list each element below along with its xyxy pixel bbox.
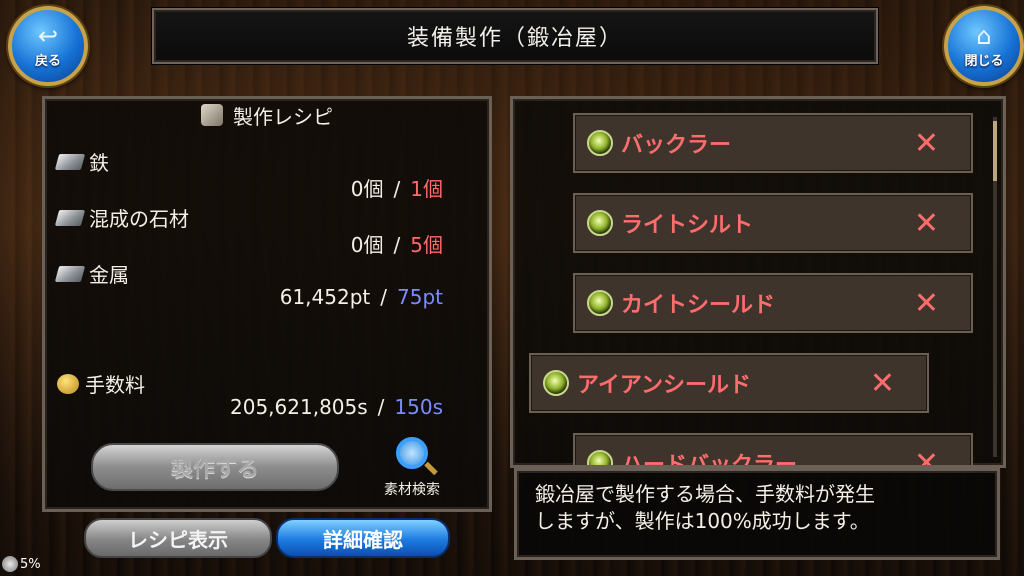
gem-icon xyxy=(587,130,613,156)
item-name: アイアンシールド xyxy=(577,373,752,398)
page-title: 装備製作（鍛冶屋） xyxy=(152,8,878,64)
ingot-icon xyxy=(54,153,86,170)
recipe-heading: 製作レシピ xyxy=(233,104,333,129)
list-item[interactable]: ライトシルト ✕ xyxy=(573,193,973,253)
gem-icon xyxy=(587,450,613,465)
magnifier-icon xyxy=(396,437,428,469)
required-count: 5個 xyxy=(410,233,443,257)
item-name: バックラー xyxy=(621,133,732,158)
close-label: 閉じる xyxy=(964,53,1004,69)
unavailable-x-icon: ✕ xyxy=(913,445,939,468)
back-button[interactable]: ↩ 戻る xyxy=(8,6,88,86)
material-row-stone: 混成の石材 0個 / 5個 xyxy=(54,203,477,257)
info-line-2: しますが、製作は100%成功します。 xyxy=(535,509,870,533)
fee-name: 手数料 xyxy=(85,373,145,397)
ingot-icon xyxy=(54,265,86,282)
info-line-1: 鍛冶屋で製作する場合、手数料が発生 xyxy=(535,482,875,506)
separator: / xyxy=(393,177,401,201)
close-button[interactable]: ⌂ 閉じる xyxy=(944,6,1024,86)
gem-icon xyxy=(587,290,613,316)
progress-text: 5% xyxy=(20,556,41,572)
owned-money: 205,621,805s xyxy=(230,395,368,419)
item-name: ライトシルト xyxy=(621,213,754,238)
owned-count: 0個 xyxy=(350,177,384,201)
unavailable-x-icon: ✕ xyxy=(913,205,939,241)
required-count: 75pt xyxy=(397,285,443,309)
material-search-label: 素材検索 xyxy=(384,482,440,498)
item-name: ハードバックラー xyxy=(621,453,798,468)
fee-count: 205,621,805s / 150s xyxy=(230,395,443,419)
unavailable-x-icon: ✕ xyxy=(869,365,895,401)
required-count: 1個 xyxy=(410,177,443,201)
owned-count: 61,452pt xyxy=(279,285,371,309)
progress-icon xyxy=(2,556,18,572)
scrollbar[interactable] xyxy=(993,117,997,457)
material-name: 鉄 xyxy=(89,151,109,175)
recipe-icon xyxy=(201,104,223,126)
separator: / xyxy=(393,233,401,257)
item-list-panel[interactable]: バックラー ✕ ライトシルト ✕ カイトシールド ✕ アイアンシールド ✕ ハー… xyxy=(510,96,1006,468)
item-name: カイトシールド xyxy=(621,293,776,318)
scroll-thumb[interactable] xyxy=(993,121,997,181)
material-search-button[interactable]: 素材検索 xyxy=(367,437,457,499)
fee-row: 手数料 205,621,805s / 150s xyxy=(57,369,477,419)
list-item[interactable]: ハードバックラー ✕ xyxy=(573,433,973,468)
material-count: 61,452pt / 75pt xyxy=(280,285,443,309)
material-count: 0個 / 1個 xyxy=(351,173,443,202)
craft-button[interactable]: 製作する xyxy=(91,443,339,491)
list-item-selected[interactable]: アイアンシールド ✕ xyxy=(529,353,929,413)
required-money: 150s xyxy=(394,395,443,419)
unavailable-x-icon: ✕ xyxy=(913,125,939,161)
material-row-metal: 金属 61,452pt / 75pt xyxy=(54,259,477,309)
material-name: 金属 xyxy=(89,263,129,287)
material-row-iron: 鉄 0個 / 1個 xyxy=(54,147,477,201)
recipe-header: 製作レシピ xyxy=(45,99,489,131)
back-arrow-icon: ↩ xyxy=(37,21,59,50)
back-label: 戻る xyxy=(34,53,61,69)
recipe-panel: 製作レシピ 鉄 0個 / 1個 混成の石材 0個 / 5個 金属 61,452pt / 75… xyxy=(42,96,492,512)
material-name: 混成の石材 xyxy=(89,207,189,231)
list-item[interactable]: カイトシールド ✕ xyxy=(573,273,973,333)
detail-check-button[interactable]: 詳細確認 xyxy=(276,518,450,558)
list-item[interactable]: バックラー ✕ xyxy=(573,113,973,173)
separator: / xyxy=(380,285,387,309)
home-icon: ⌂ xyxy=(976,21,992,50)
owned-count: 0個 xyxy=(350,233,384,257)
material-count: 0個 / 5個 xyxy=(351,229,443,258)
recipe-view-button[interactable]: レシピ表示 xyxy=(84,518,272,558)
separator: / xyxy=(377,395,385,419)
coin-icon xyxy=(57,373,79,394)
gem-icon xyxy=(587,210,613,236)
info-message: 鍛冶屋で製作する場合、手数料が発生 しますが、製作は100%成功します。 xyxy=(514,468,1000,560)
unavailable-x-icon: ✕ xyxy=(913,285,939,321)
progress-indicator: 5% xyxy=(2,556,41,572)
gem-icon xyxy=(543,370,569,396)
ingot-icon xyxy=(54,209,86,226)
